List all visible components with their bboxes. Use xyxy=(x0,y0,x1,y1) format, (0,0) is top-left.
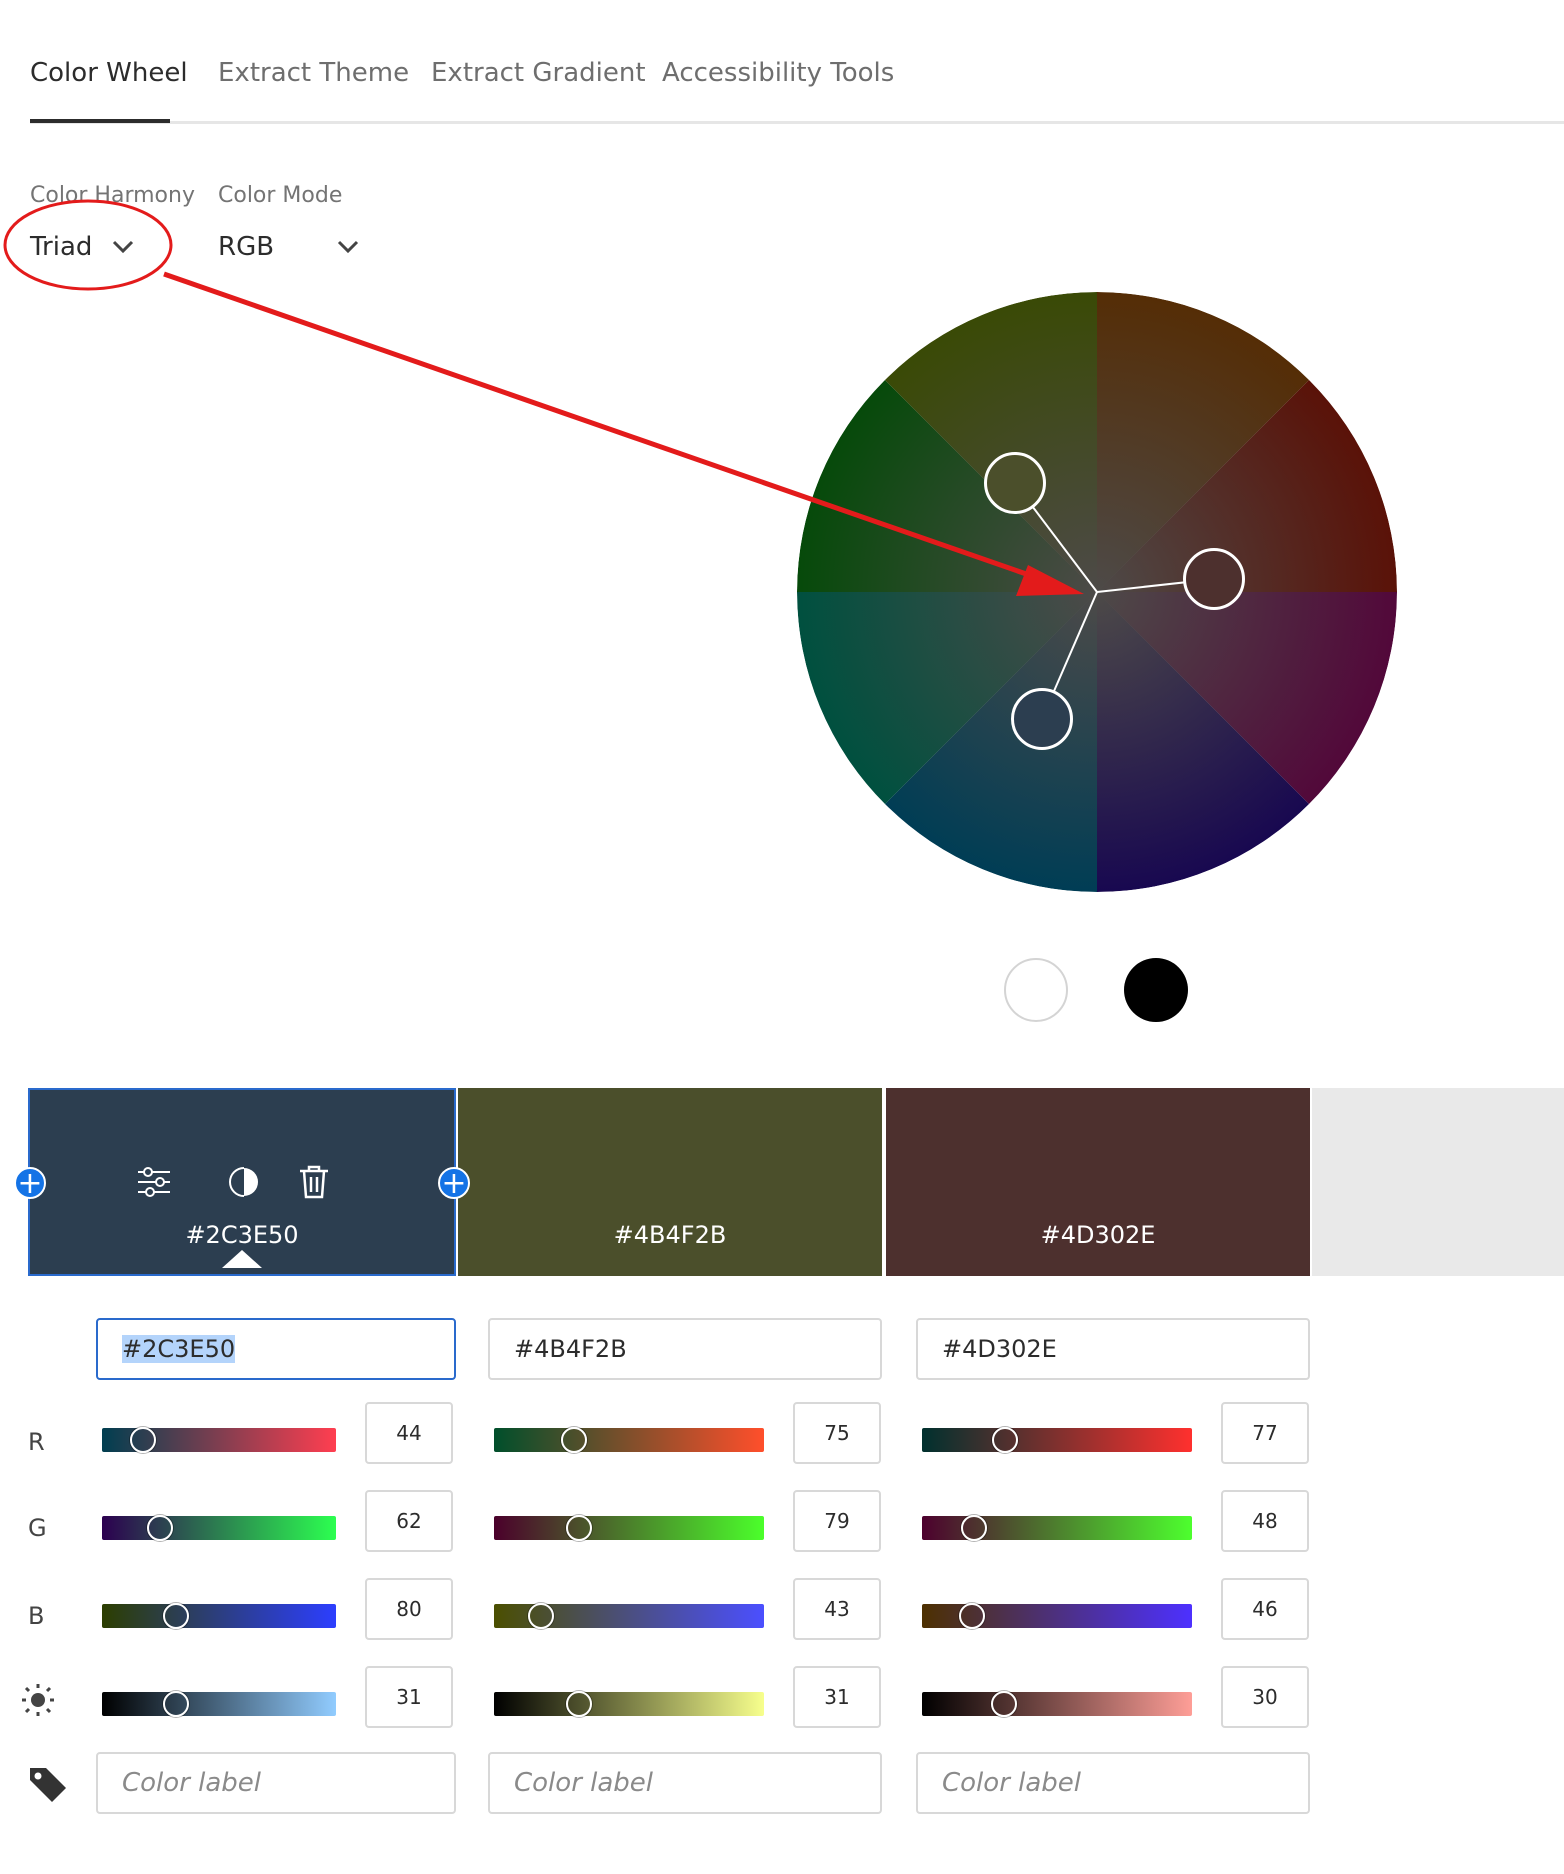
color-label-input[interactable]: Color label xyxy=(96,1752,456,1814)
hex-input[interactable]: #4B4F2B xyxy=(488,1318,882,1380)
active-tab-indicator xyxy=(30,119,170,123)
slider-thumb[interactable] xyxy=(565,1515,592,1541)
hex-input-value: #2C3E50 xyxy=(122,1335,236,1363)
hex-input-value: #4B4F2B xyxy=(514,1335,627,1363)
tab-color-wheel[interactable]: Color Wheel xyxy=(30,58,188,88)
slider-thumb[interactable] xyxy=(991,1427,1018,1453)
slider-track-b[interactable] xyxy=(922,1603,1192,1629)
slider-thumb[interactable] xyxy=(561,1427,588,1453)
color-mode-label: Color Mode xyxy=(218,183,343,208)
color-label-input[interactable]: Color label xyxy=(916,1752,1310,1814)
value-input-g[interactable]: 48 xyxy=(1221,1490,1309,1552)
value-input-g[interactable]: 79 xyxy=(793,1490,881,1552)
color-wheel[interactable] xyxy=(795,290,1399,894)
black-swatch-button[interactable] xyxy=(1124,958,1188,1022)
swatch-hex-label: #4D302E xyxy=(1040,1221,1156,1249)
slider-track-brightness[interactable] xyxy=(922,1691,1192,1717)
slider-track-b[interactable] xyxy=(102,1603,336,1629)
row-label-b: B xyxy=(28,1602,45,1630)
value-input-r[interactable]: 75 xyxy=(793,1402,881,1464)
chevron-down-icon[interactable] xyxy=(110,236,136,258)
value-input-brightness[interactable]: 30 xyxy=(1221,1666,1309,1728)
slider-track-r[interactable] xyxy=(922,1427,1192,1453)
slider-track-g[interactable] xyxy=(102,1515,336,1541)
row-label-g: G xyxy=(28,1514,47,1542)
value-input-r[interactable]: 44 xyxy=(365,1402,453,1464)
value-input-r[interactable]: 77 xyxy=(1221,1402,1309,1464)
slider-track-r[interactable] xyxy=(102,1427,336,1453)
hex-input-value: #4D302E xyxy=(942,1335,1057,1363)
value-input-g[interactable]: 62 xyxy=(365,1490,453,1552)
plus-icon[interactable]: + xyxy=(14,1167,46,1199)
value-input-b[interactable]: 80 xyxy=(365,1578,453,1640)
sun-icon xyxy=(22,1684,54,1716)
slider-track-r[interactable] xyxy=(494,1427,764,1453)
slider-track-brightness[interactable] xyxy=(102,1691,336,1717)
row-label-r: R xyxy=(28,1428,45,1456)
slider-thumb[interactable] xyxy=(146,1515,173,1541)
hex-input[interactable]: #2C3E50 xyxy=(96,1318,456,1380)
slider-thumb[interactable] xyxy=(991,1691,1017,1717)
color-swatch[interactable]: #4B4F2B xyxy=(458,1088,882,1276)
slider-thumb[interactable] xyxy=(163,1603,190,1629)
swatch-hex-label: #4B4F2B xyxy=(613,1221,727,1249)
slider-thumb[interactable] xyxy=(958,1603,985,1629)
color-harmony-value[interactable]: Triad xyxy=(30,232,92,262)
value-input-brightness[interactable]: 31 xyxy=(365,1666,453,1728)
slider-track-brightness[interactable] xyxy=(494,1691,764,1717)
color-swatch[interactable]: #4D302E xyxy=(886,1088,1310,1276)
tab-extract-gradient[interactable]: Extract Gradient xyxy=(431,58,646,88)
slider-thumb[interactable] xyxy=(527,1603,554,1629)
hex-input[interactable]: #4D302E xyxy=(916,1318,1310,1380)
swatch-selected-caret xyxy=(222,1250,262,1268)
white-swatch-button[interactable] xyxy=(1004,958,1068,1022)
value-input-b[interactable]: 46 xyxy=(1221,1578,1309,1640)
slider-track-g[interactable] xyxy=(494,1515,764,1541)
sliders-icon[interactable] xyxy=(134,1162,174,1202)
plus-icon[interactable]: + xyxy=(438,1167,470,1199)
tab-divider xyxy=(30,121,1564,124)
slider-thumb[interactable] xyxy=(130,1427,157,1453)
contrast-icon[interactable] xyxy=(224,1162,264,1202)
slider-track-b[interactable] xyxy=(494,1603,764,1629)
wheel-handle-3[interactable] xyxy=(1183,548,1245,610)
chevron-down-icon[interactable] xyxy=(335,236,361,258)
value-input-brightness[interactable]: 31 xyxy=(793,1666,881,1728)
trash-icon[interactable] xyxy=(294,1162,334,1202)
wheel-handle-2[interactable] xyxy=(984,452,1046,514)
slider-track-g[interactable] xyxy=(922,1515,1192,1541)
tab-accessibility-tools[interactable]: Accessibility Tools xyxy=(662,58,894,88)
annotation-overlay xyxy=(3,199,1084,596)
color-mode-value[interactable]: RGB xyxy=(218,232,274,262)
wheel-handle-base[interactable] xyxy=(1011,688,1073,750)
slider-thumb[interactable] xyxy=(565,1691,592,1717)
color-harmony-label: Color Harmony xyxy=(30,183,195,208)
slider-thumb[interactable] xyxy=(162,1691,189,1717)
tag-icon xyxy=(30,1768,66,1802)
slider-thumb[interactable] xyxy=(960,1515,987,1541)
tab-extract-theme[interactable]: Extract Theme xyxy=(218,58,409,88)
value-input-b[interactable]: 43 xyxy=(793,1578,881,1640)
empty-swatch-slot xyxy=(1312,1088,1564,1276)
swatch-hex-label: #2C3E50 xyxy=(185,1221,299,1249)
color-label-input[interactable]: Color label xyxy=(488,1752,882,1814)
